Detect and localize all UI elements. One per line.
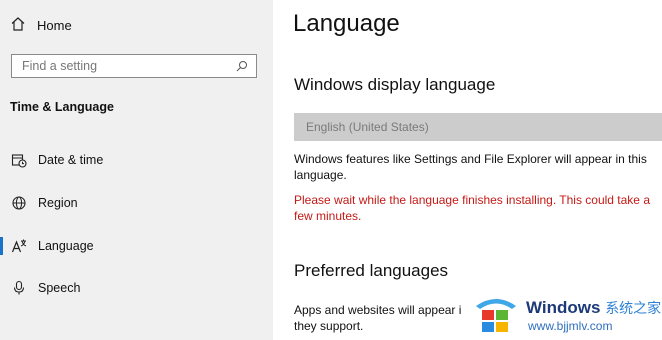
calendar-clock-icon <box>11 152 27 168</box>
microphone-icon <box>11 280 27 296</box>
page-title: Language <box>293 10 400 37</box>
main-content: Language Windows display language Englis… <box>273 0 662 340</box>
sidebar-item-region[interactable]: Region <box>0 188 273 218</box>
install-warning-text: Please wait while the language finishes … <box>294 193 650 223</box>
preferred-languages-heading: Preferred languages <box>294 261 449 280</box>
home-label: Home <box>37 17 72 33</box>
sidebar-item-language[interactable]: Language <box>0 231 273 261</box>
sidebar-item-label: Region <box>38 196 78 210</box>
sidebar-item-label: Language <box>38 239 94 253</box>
language-icon <box>11 238 27 254</box>
watermark-url: www.bjjmlv.com <box>528 319 613 333</box>
display-language-select[interactable]: English (United States) <box>294 113 662 141</box>
globe-icon <box>11 195 27 211</box>
watermark-brand: Windows 系统之家 <box>526 298 661 318</box>
home-icon <box>10 16 26 35</box>
sidebar-item-label: Date & time <box>38 153 104 167</box>
windows-logo-icon <box>476 299 516 332</box>
sidebar: Home Find a setting Time & Language Date… <box>0 0 273 340</box>
display-language-value: English (United States) <box>306 120 429 134</box>
watermark-brand-cn: 系统之家 <box>605 300 662 316</box>
home-link[interactable]: Home <box>10 14 72 36</box>
sidebar-item-date-time[interactable]: Date & time <box>0 145 273 175</box>
search-input[interactable]: Find a setting <box>11 54 257 78</box>
sidebar-item-speech[interactable]: Speech <box>0 273 273 303</box>
section-title: Time & Language <box>10 100 114 114</box>
preferred-description-line1: Apps and websites will appear i <box>294 303 462 317</box>
preferred-description-line2: they support. <box>294 319 364 333</box>
watermark-brand-name: Windows <box>526 298 601 317</box>
sidebar-item-label: Speech <box>38 281 81 295</box>
search-icon[interactable] <box>236 60 248 72</box>
display-language-description: Windows features like Settings and File … <box>294 152 647 182</box>
display-language-heading: Windows display language <box>294 75 496 94</box>
watermark: Windows 系统之家 www.bjjmlv.com <box>470 290 662 340</box>
search-placeholder: Find a setting <box>22 59 98 73</box>
